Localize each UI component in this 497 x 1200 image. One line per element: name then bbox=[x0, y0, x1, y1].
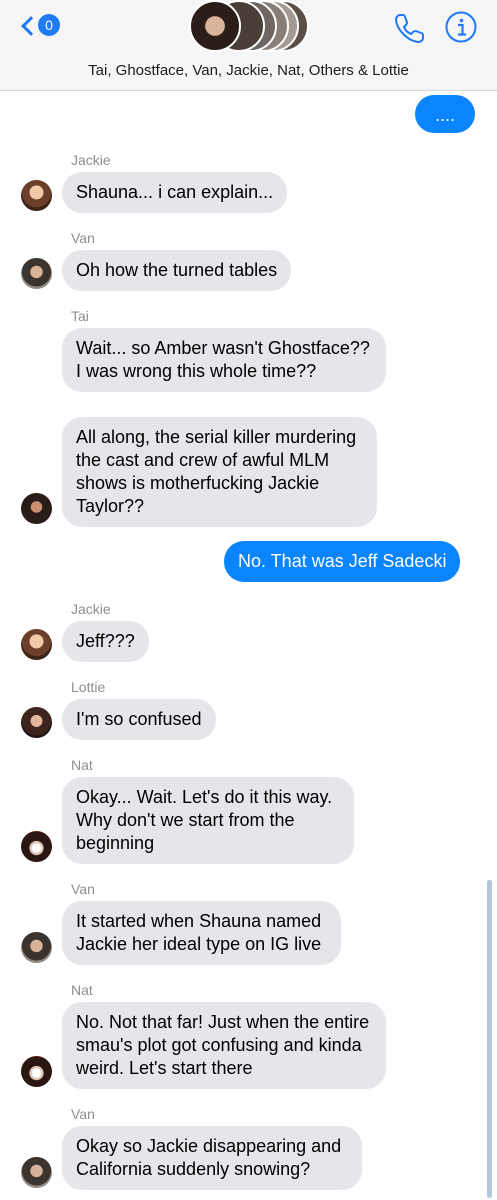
unread-count-badge: 0 bbox=[38, 14, 60, 36]
incoming-message[interactable]: Okay so Jackie disappearing and Californ… bbox=[62, 1126, 362, 1190]
sender-name: Jackie bbox=[71, 601, 111, 617]
sender-name: Nat bbox=[71, 757, 93, 773]
group-avatar bbox=[189, 0, 241, 52]
sender-name: Van bbox=[71, 230, 95, 246]
group-avatar-stack[interactable] bbox=[189, 0, 309, 52]
back-button[interactable]: 0 bbox=[18, 10, 62, 42]
sender-name: Tai bbox=[71, 308, 89, 324]
avatar-nat[interactable] bbox=[21, 1056, 52, 1087]
info-icon[interactable] bbox=[444, 10, 478, 44]
incoming-message[interactable]: No. Not that far! Just when the entire s… bbox=[62, 1002, 386, 1089]
outgoing-message[interactable]: .... bbox=[415, 95, 476, 133]
avatar-jackie[interactable] bbox=[21, 180, 52, 211]
sender-name: Jackie bbox=[71, 152, 111, 168]
avatar-nat[interactable] bbox=[21, 831, 52, 862]
incoming-message[interactable]: Jeff??? bbox=[62, 621, 149, 662]
incoming-message[interactable]: I'm so confused bbox=[62, 699, 216, 740]
incoming-message[interactable]: Shauna... i can explain... bbox=[62, 172, 288, 213]
sender-name: Lottie bbox=[71, 679, 106, 695]
sender-name: Nat bbox=[71, 982, 93, 998]
avatar-jackie[interactable] bbox=[21, 629, 52, 660]
incoming-message[interactable]: Wait... so Amber wasn't Ghostface?? I wa… bbox=[62, 328, 386, 392]
incoming-message[interactable]: All along, the serial killer murdering t… bbox=[62, 417, 377, 527]
avatar-van[interactable] bbox=[21, 1157, 52, 1188]
conversation-title[interactable]: Tai, Ghostface, Van, Jackie, Nat, Others… bbox=[0, 62, 497, 79]
incoming-message[interactable]: Oh how the turned tables bbox=[62, 250, 292, 291]
incoming-message[interactable]: It started when Shauna named Jackie her … bbox=[62, 901, 341, 965]
avatar-van[interactable] bbox=[21, 258, 52, 289]
avatar-tai[interactable] bbox=[21, 493, 52, 524]
avatar-lottie[interactable] bbox=[21, 707, 52, 738]
sender-name: Van bbox=[71, 881, 95, 897]
scrollbar[interactable] bbox=[487, 880, 492, 1198]
outgoing-message[interactable]: No. That was Jeff Sadecki bbox=[224, 541, 461, 582]
conversation-header: 0 Tai, Ghostface, Van, Jackie, Nat, Othe… bbox=[0, 0, 497, 91]
incoming-message[interactable]: Okay... Wait. Let's do it this way. Why … bbox=[62, 777, 354, 864]
avatar-van[interactable] bbox=[21, 932, 52, 963]
sender-name: Van bbox=[71, 1106, 95, 1122]
phone-icon[interactable] bbox=[392, 10, 428, 46]
